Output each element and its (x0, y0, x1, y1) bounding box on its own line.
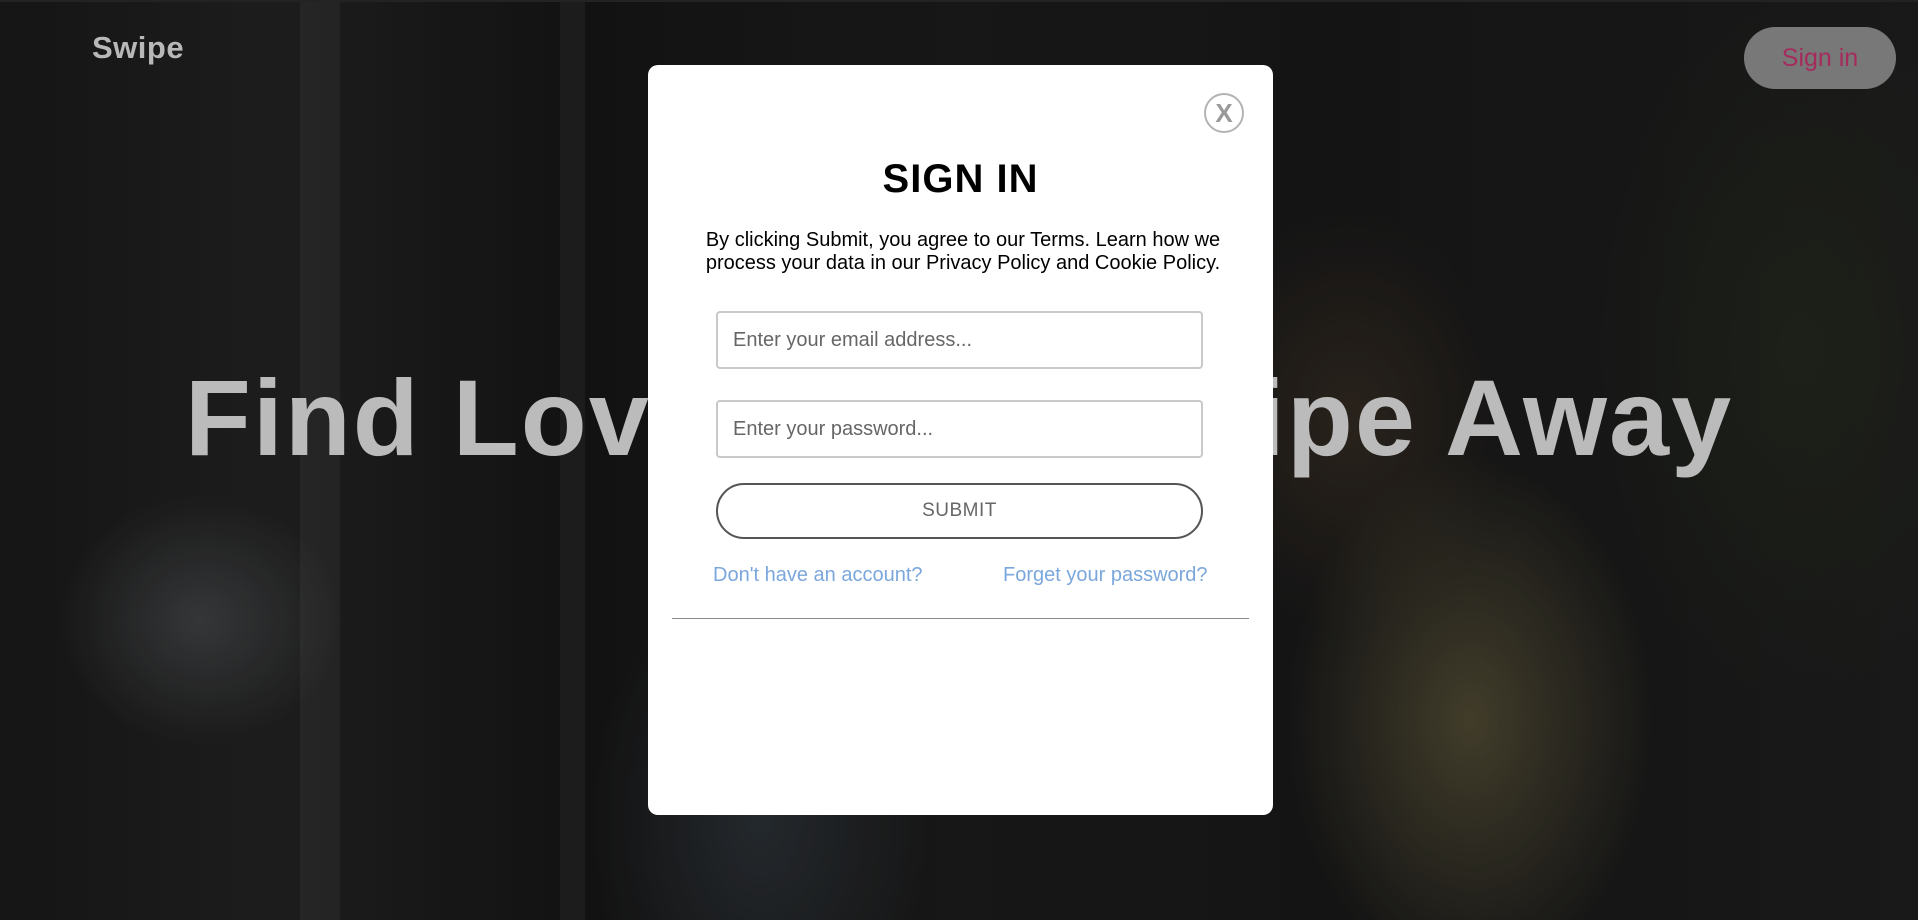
modal-divider (672, 618, 1249, 619)
modal-title: SIGN IN (882, 157, 1039, 201)
terms-notice: By clicking Submit, you agree to our Ter… (705, 229, 1221, 274)
submit-button[interactable]: SUBMIT (716, 483, 1203, 539)
forgot-password-link[interactable]: Forget your password? (1003, 564, 1208, 587)
password-input[interactable] (716, 400, 1203, 458)
sign-up-link[interactable]: Don't have an account? (713, 564, 923, 587)
email-input[interactable] (716, 311, 1203, 369)
sign-in-modal: X SIGN IN By clicking Submit, you agree … (648, 65, 1273, 815)
close-modal-button[interactable]: X (1204, 93, 1244, 133)
